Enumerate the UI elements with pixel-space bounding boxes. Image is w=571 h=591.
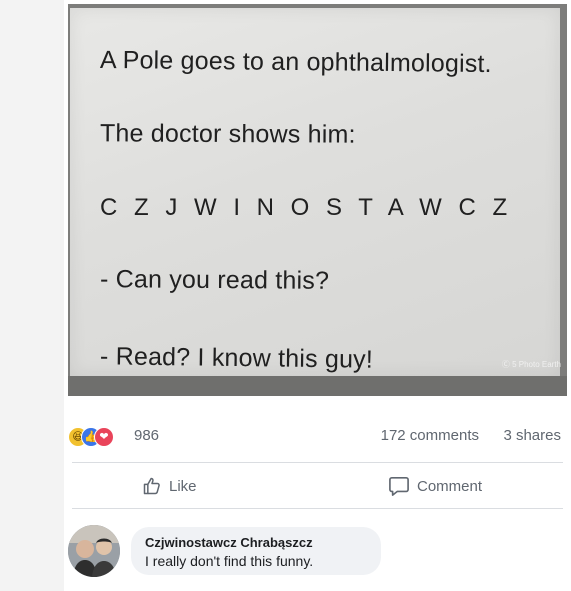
- like-label: Like: [169, 477, 197, 495]
- comment-text: I really don't find this funny.: [145, 553, 314, 569]
- comment-author[interactable]: Czjwinostawcz Chrabąszcz: [145, 535, 313, 550]
- comment-button[interactable]: Comment: [388, 473, 482, 499]
- reaction-count[interactable]: 986: [134, 427, 159, 444]
- love-icon: ❤: [94, 427, 114, 447]
- like-button[interactable]: Like: [142, 473, 197, 499]
- commenter-avatar[interactable]: [68, 525, 120, 577]
- joke-line-2: The doctor shows him:: [99, 119, 356, 149]
- reactions-row: 😆 👍 ❤ 986 172 comments 3 shares: [68, 424, 567, 450]
- joke-line-1: A Pole goes to an ophthalmologist.: [99, 45, 492, 79]
- joke-line-4: - Can you read this?: [99, 265, 330, 295]
- joke-line-5: - Read? I know this guy!: [99, 342, 374, 374]
- left-gutter: [0, 0, 64, 591]
- shares-count-link[interactable]: 3 shares: [503, 427, 561, 444]
- divider-bottom: [72, 508, 563, 509]
- post-card: A Pole goes to an ophthalmologist. The d…: [64, 0, 571, 591]
- thumbs-up-icon: [143, 477, 160, 495]
- photo-table-edge: [68, 376, 567, 396]
- photo-watermark: Ⓒ 5 Photo Earth: [501, 360, 561, 369]
- printed-sheet: A Pole goes to an ophthalmologist. The d…: [70, 8, 560, 378]
- reaction-icons[interactable]: 😆 👍 ❤: [68, 427, 130, 447]
- comment-label: Comment: [417, 477, 483, 495]
- comment-bubble: Czjwinostawcz Chrabąszcz I really don't …: [131, 527, 381, 575]
- eye-chart-line: C Z J W I N O S T A W C Z: [100, 194, 513, 221]
- comments-count-link[interactable]: 172 comments: [381, 427, 479, 444]
- post-photo[interactable]: A Pole goes to an ophthalmologist. The d…: [68, 4, 567, 396]
- divider-top: [72, 462, 563, 463]
- comment-icon: [389, 477, 409, 496]
- avatar-photo: [68, 525, 120, 577]
